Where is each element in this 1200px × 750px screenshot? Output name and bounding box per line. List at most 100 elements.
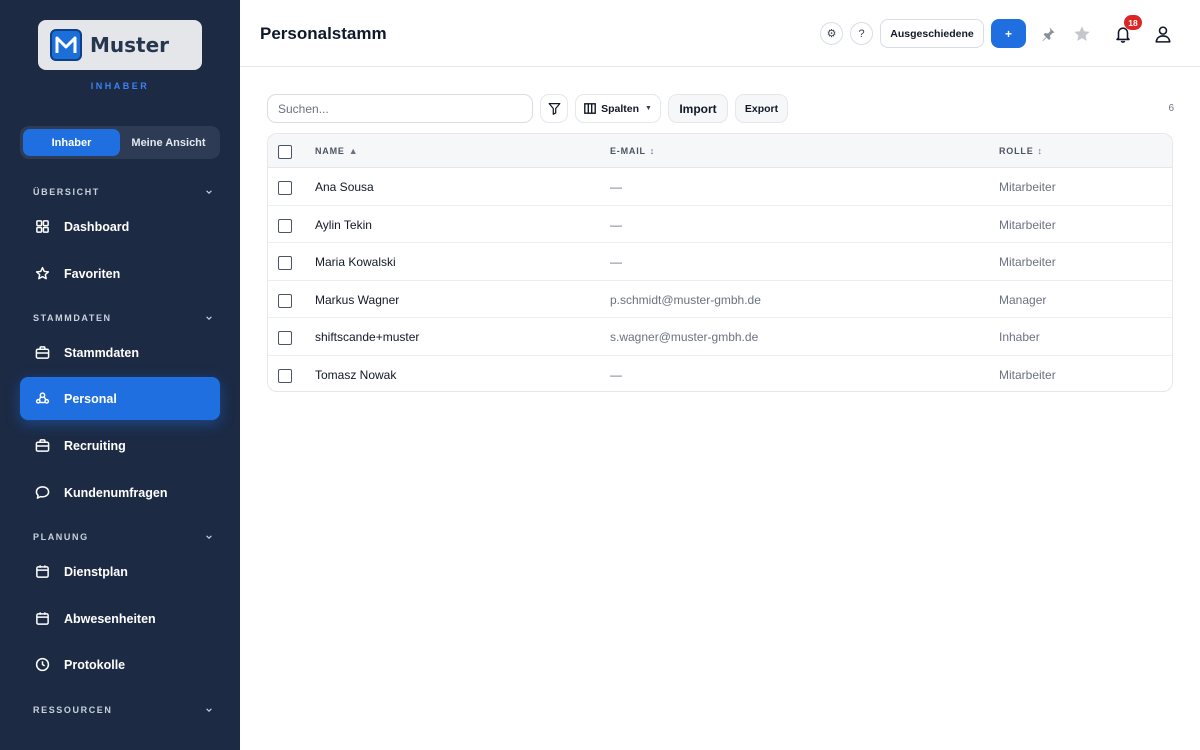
table-row[interactable]: Ana Sousa — Mitarbeiter — [268, 168, 1172, 206]
table-row[interactable]: shiftscande+muster s.wagner@muster-gmbh.… — [268, 318, 1172, 356]
section-label: STAMMDATEN — [33, 313, 112, 323]
filter-button[interactable] — [540, 94, 568, 123]
section-label: RESSOURCEN — [33, 705, 113, 715]
row-checkbox[interactable] — [278, 218, 292, 233]
pin-icon[interactable] — [1038, 24, 1058, 44]
sidebar-item-stammdaten[interactable]: Stammdaten — [20, 331, 220, 374]
notification-badge: 18 — [1124, 15, 1142, 30]
page-title: Personalstamm — [260, 24, 387, 43]
column-header-label: ROLLE — [999, 146, 1034, 156]
table-row[interactable]: Maria Kowalski — Mitarbeiter — [268, 243, 1172, 281]
column-header-role[interactable]: ROLLE ↕ — [999, 146, 1043, 156]
section-label: PLANUNG — [33, 532, 89, 542]
cell-role: Mitarbeiter — [999, 255, 1056, 269]
star-icon — [34, 266, 50, 282]
cell-role: Inhaber — [999, 330, 1040, 344]
row-checkbox[interactable] — [278, 368, 292, 383]
cell-role: Mitarbeiter — [999, 217, 1056, 232]
row-checkbox[interactable] — [278, 256, 292, 270]
columns-label: Spalten — [601, 102, 639, 115]
role-label: INHABER — [90, 81, 150, 91]
clock-icon — [34, 657, 50, 673]
chat-bubble-icon — [34, 485, 50, 501]
section-uebersicht[interactable]: ÜBERSICHT — [33, 187, 213, 197]
chevron-down-icon — [206, 708, 212, 712]
sidebar-item-label: Protokolle — [64, 657, 126, 672]
section-ressourcen[interactable]: RESSOURCEN — [33, 705, 213, 715]
cell-email: — — [610, 367, 622, 382]
app-logo[interactable]: Muster — [38, 20, 202, 70]
sidebar-item-label: Personal — [64, 391, 117, 406]
sidebar: Muster INHABER Inhaber Meine Ansicht ÜBE… — [0, 0, 240, 750]
settings-button[interactable]: ⚙ — [820, 22, 843, 45]
section-stammdaten[interactable]: STAMMDATEN — [33, 313, 213, 323]
import-button[interactable]: Import — [668, 94, 728, 123]
sidebar-item-label: Abwesenheiten — [64, 611, 156, 626]
sidebar-item-label: Favoriten — [64, 266, 121, 281]
cell-email: — — [610, 180, 622, 194]
cell-email: — — [610, 217, 622, 232]
users-icon — [34, 391, 50, 407]
toggle-inhaber[interactable]: Inhaber — [23, 129, 120, 156]
select-all-checkbox[interactable] — [278, 145, 292, 159]
toggle-meine-ansicht[interactable]: Meine Ansicht — [120, 129, 217, 156]
filter-icon — [548, 103, 560, 115]
logo-text: Muster — [90, 33, 170, 57]
cell-role: Mitarbeiter — [999, 367, 1056, 382]
briefcase-icon — [34, 345, 50, 361]
sort-both-icon: ↕ — [649, 146, 656, 156]
personnel-table: NAME ▲ E-MAIL ↕ ROLLE ↕ Ana Sousa — Mita… — [267, 133, 1173, 392]
row-checkbox[interactable] — [278, 181, 292, 195]
star-icon[interactable] — [1072, 24, 1092, 44]
cell-name: Aylin Tekin — [315, 217, 372, 232]
columns-button[interactable]: Spalten ▼ — [575, 94, 661, 123]
sidebar-item-label: Recruiting — [64, 438, 126, 453]
cell-email: — — [610, 255, 622, 269]
sidebar-item-dienstplan[interactable]: Dienstplan — [20, 550, 220, 593]
sidebar-item-protokolle[interactable]: Protokolle — [20, 643, 220, 686]
column-header-email[interactable]: E-MAIL ↕ — [610, 146, 655, 156]
cell-name: shiftscande+muster — [315, 330, 420, 344]
sidebar-item-kundenumfragen[interactable]: Kundenumfragen — [20, 471, 220, 514]
top-header: Personalstamm ⚙ ? Ausgeschiedene + 18 — [240, 0, 1200, 67]
sidebar-item-abwesenheiten[interactable]: Abwesenheiten — [20, 597, 220, 640]
cell-role: Manager — [999, 292, 1047, 307]
table-row[interactable]: Aylin Tekin — Mitarbeiter — [268, 206, 1172, 243]
sidebar-item-label: Kundenumfragen — [64, 485, 168, 500]
chevron-down-icon — [206, 316, 212, 320]
user-profile-icon[interactable] — [1153, 24, 1173, 44]
sidebar-item-dashboard[interactable]: Dashboard — [20, 205, 220, 248]
column-header-name[interactable]: NAME ▲ — [315, 146, 358, 156]
add-button[interactable]: + — [991, 19, 1026, 48]
cell-role: Mitarbeiter — [999, 180, 1056, 194]
table-row[interactable]: Markus Wagner p.schmidt@muster-gmbh.de M… — [268, 281, 1172, 318]
sort-ascending-icon: ▲ — [348, 146, 359, 156]
ausgeschiedene-button[interactable]: Ausgeschiedene — [880, 19, 984, 48]
help-button[interactable]: ? — [850, 22, 873, 45]
column-header-label: NAME — [315, 146, 345, 156]
row-checkbox[interactable] — [278, 293, 292, 308]
row-checkbox[interactable] — [278, 331, 292, 345]
sidebar-item-favoriten[interactable]: Favoriten — [20, 252, 220, 295]
sidebar-item-recruiting[interactable]: Recruiting — [20, 424, 220, 467]
columns-icon — [584, 103, 596, 114]
sidebar-item-label: Dienstplan — [64, 564, 128, 579]
section-label: ÜBERSICHT — [33, 187, 100, 197]
cell-name: Tomasz Nowak — [315, 367, 397, 382]
sidebar-item-personal[interactable]: Personal — [20, 377, 220, 420]
sort-both-icon: ↕ — [1037, 146, 1043, 156]
table-row[interactable]: Tomasz Nowak — Mitarbeiter — [268, 356, 1172, 392]
cell-name: Maria Kowalski — [315, 255, 396, 269]
cell-name: Ana Sousa — [315, 180, 374, 194]
search-input[interactable] — [267, 94, 533, 123]
table-header: NAME ▲ E-MAIL ↕ ROLLE ↕ — [268, 134, 1172, 168]
cell-email: s.wagner@muster-gmbh.de — [610, 330, 759, 344]
caret-down-icon: ▼ — [645, 105, 652, 112]
cell-name: Markus Wagner — [315, 292, 400, 307]
calendar-icon — [34, 611, 50, 627]
section-planung[interactable]: PLANUNG — [33, 532, 213, 542]
sidebar-item-label: Stammdaten — [64, 345, 140, 360]
sidebar-item-label: Dashboard — [64, 219, 130, 234]
chevron-down-icon — [206, 190, 212, 194]
export-button[interactable]: Export — [735, 94, 788, 123]
